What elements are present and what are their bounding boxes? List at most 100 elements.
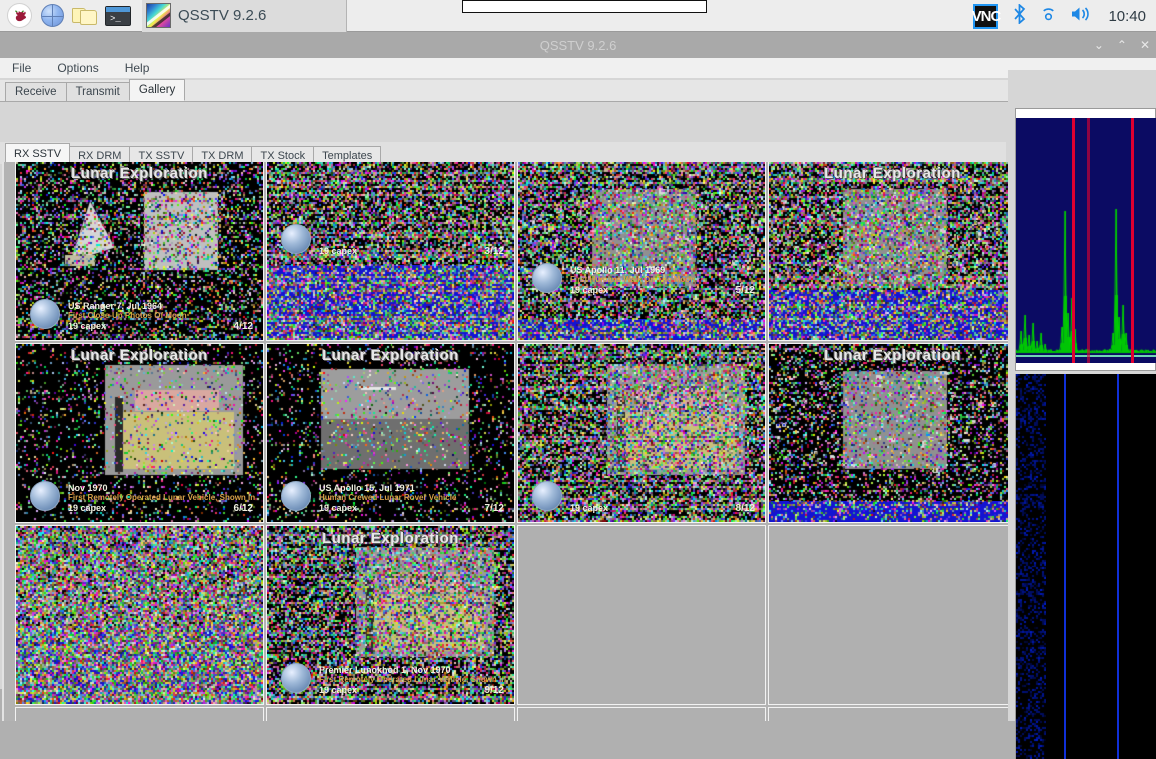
sstv-caption-index: 3/12 xyxy=(484,246,504,258)
file-manager-icon[interactable] xyxy=(71,3,99,29)
sstv-caption-sub: First Humans Walk On The Moon xyxy=(570,275,696,285)
sstv-image: Lunar Exploration US Apollo 15, Jul 1971 H… xyxy=(267,344,514,522)
sstv-image xyxy=(16,526,263,704)
clock[interactable]: 10:40 xyxy=(1108,8,1146,25)
gallery-sub-tab-bar: RX SSTV RX DRM TX SSTV TX DRM TX Stock T… xyxy=(0,142,1006,164)
spectrum-display[interactable] xyxy=(1015,108,1156,371)
sstv-caption-counter: 19 capex xyxy=(319,502,358,513)
maximize-button[interactable]: ⌃ xyxy=(1117,39,1127,51)
wifi-icon[interactable] xyxy=(1041,5,1056,27)
sstv-caption-index: 5/12 xyxy=(735,285,755,297)
sstv-caption-main: US Apollo 15, Jul 1971 xyxy=(319,482,415,493)
sstv-caption-main: Nov 1970 xyxy=(68,482,108,493)
sstv-caption-counter: 19 capex xyxy=(319,684,358,695)
gallery-thumbnail[interactable]: Lunar Exploration Nov 1970 First Remotely … xyxy=(15,343,264,523)
taskbar-window-label: QSSTV 9.2.6 xyxy=(178,7,267,24)
sstv-noise-overlay xyxy=(769,162,1008,340)
terminal-icon[interactable]: >_ xyxy=(104,3,132,29)
system-tray: VNC 10:40 xyxy=(971,0,1156,32)
gallery-cell-empty xyxy=(768,525,1008,705)
spectrum-noise-floor xyxy=(1016,355,1156,357)
sstv-noise-overlay xyxy=(769,344,1008,522)
spectrum-trace xyxy=(1016,118,1156,363)
sstv-caption-sub: First Remotely Operated Lunar Vehicle, S… xyxy=(319,674,506,684)
sstv-caption-main: US Ranger 7, Jul 1964 xyxy=(68,300,163,311)
gallery-cell-empty xyxy=(517,525,766,705)
gallery-thumbnail[interactable]: US Apollo 11, Jul 1969 First Humans Walk … xyxy=(517,162,766,341)
sstv-image-title: Lunar Exploration xyxy=(71,164,208,182)
sstv-caption-index: 6/12 xyxy=(233,502,253,514)
close-button[interactable]: ✕ xyxy=(1140,39,1150,51)
gallery-cell-empty xyxy=(768,707,1008,721)
spectrum-panel xyxy=(1008,70,1156,759)
qsstv-icon xyxy=(146,3,171,28)
subtab-rx-sstv[interactable]: RX SSTV xyxy=(5,143,71,164)
sstv-caption-counter: 19 capex xyxy=(570,285,609,296)
gallery-grid[interactable]: Lunar Exploration US Ranger 7, Jul 1964 Fi… xyxy=(2,162,1008,721)
gallery-thumbnail[interactable]: Lunar Exploration xyxy=(768,162,1008,341)
waterfall-display[interactable] xyxy=(1015,374,1156,759)
sstv-image: US Apollo 11, Jul 1969 First Humans Walk … xyxy=(518,162,765,340)
tab-transmit[interactable]: Transmit xyxy=(65,82,130,101)
sstv-caption-sub: First Remotely Operated Lunar Vehicle, S… xyxy=(68,492,255,502)
sstv-noise-overlay xyxy=(518,162,765,340)
raspberry-pi-menu-icon[interactable] xyxy=(5,3,33,29)
bluetooth-icon[interactable] xyxy=(1012,3,1027,28)
menu-item-file[interactable]: File xyxy=(12,61,31,75)
sstv-emblem xyxy=(532,480,562,511)
sstv-caption-index: 9/12 xyxy=(484,684,504,696)
main-tab-bar: Receive Transmit Gallery xyxy=(0,79,1156,102)
gallery-cell-empty xyxy=(517,707,766,721)
sstv-caption-index: 4/12 xyxy=(233,320,253,332)
sstv-caption-counter: 19 capex xyxy=(319,246,358,257)
menubar: File Options Help xyxy=(0,58,1156,78)
sstv-caption-counter: 19 capex xyxy=(68,320,107,331)
spectrum-marker-line[interactable] xyxy=(1131,118,1134,363)
sstv-image-title: Lunar Exploration xyxy=(824,164,961,182)
spectrum-marker-line[interactable] xyxy=(1087,118,1090,363)
sstv-emblem xyxy=(281,224,311,255)
sstv-image-title: Lunar Exploration xyxy=(322,529,459,547)
sstv-caption-sub: First Close-Up Photos Of Moon xyxy=(68,310,187,320)
volume-icon[interactable] xyxy=(1070,5,1092,27)
sstv-image: Lunar Exploration US Ranger 7, Jul 1964 Fi… xyxy=(16,162,263,340)
gallery-thumbnail[interactable]: 19 capex 3/12 xyxy=(266,162,515,341)
sstv-emblem xyxy=(281,662,311,693)
window-titlebar[interactable]: QSSTV 9.2.6 ⌄ ⌃ ✕ xyxy=(0,32,1156,58)
vnc-label: VNC xyxy=(971,7,1002,25)
gallery-thumbnail[interactable]: Lunar Exploration Premier Lunokhod 1, Nov… xyxy=(266,525,515,705)
web-browser-icon[interactable] xyxy=(38,3,66,29)
vnc-server-icon[interactable]: VNC xyxy=(971,3,1002,29)
sstv-caption-counter: 19 capex xyxy=(68,502,107,513)
spectrum-marker-line[interactable] xyxy=(1072,118,1075,363)
gallery-thumbnail[interactable]: Lunar Exploration US Ranger 7, Jul 1964 Fi… xyxy=(15,162,264,341)
minimize-button[interactable]: ⌄ xyxy=(1094,39,1104,51)
sstv-image: 19 capex 8/12 xyxy=(518,344,765,522)
sstv-image: Lunar Exploration Premier Lunokhod 1, Nov… xyxy=(267,526,514,704)
gallery-thumbnail[interactable]: Lunar Exploration US Apollo 15, Jul 1971 H… xyxy=(266,343,515,523)
sstv-image: Lunar Exploration xyxy=(769,162,1008,340)
tab-gallery[interactable]: Gallery xyxy=(128,79,186,101)
taskbar-window-list-area xyxy=(462,0,707,13)
window-title: QSSTV 9.2.6 xyxy=(539,37,617,53)
sstv-caption-counter: 19 capex xyxy=(570,502,609,513)
gallery-thumbnail[interactable]: Lunar Exploration xyxy=(768,343,1008,523)
sstv-emblem xyxy=(30,480,60,511)
sstv-image: 19 capex 3/12 xyxy=(267,162,514,340)
gallery-thumbnail[interactable] xyxy=(15,525,264,705)
sstv-caption-main: US Apollo 11, Jul 1969 xyxy=(570,265,666,276)
tab-receive[interactable]: Receive xyxy=(5,82,67,101)
sstv-image: Lunar Exploration Nov 1970 First Remotely … xyxy=(16,344,263,522)
waterfall-signal-line xyxy=(1064,374,1066,759)
taskbar-window-button-qsstv[interactable]: QSSTV 9.2.6 xyxy=(142,0,347,32)
sstv-image-title: Lunar Exploration xyxy=(824,346,961,364)
menu-item-help[interactable]: Help xyxy=(125,61,150,75)
sstv-image-title: Lunar Exploration xyxy=(71,346,208,364)
menu-item-options[interactable]: Options xyxy=(57,61,98,75)
gallery-thumbnail[interactable]: 19 capex 8/12 xyxy=(517,343,766,523)
sstv-caption-main: Premier Lunokhod 1, Nov 1970 xyxy=(319,664,451,675)
qsstv-window: QSSTV 9.2.6 ⌄ ⌃ ✕ File Options Help Rece… xyxy=(0,32,1156,759)
terminal-prompt-glyph: >_ xyxy=(110,13,121,24)
sstv-emblem xyxy=(30,298,60,329)
window-controls: ⌄ ⌃ ✕ xyxy=(1094,32,1150,58)
